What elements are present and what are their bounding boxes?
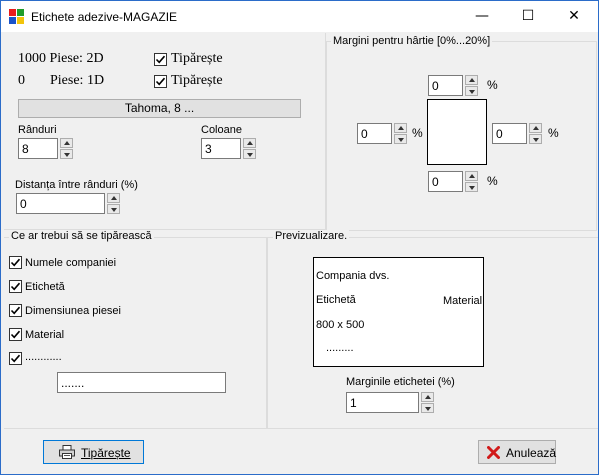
extra-label: ............ [25, 351, 62, 363]
title-bar: Etichete adezive-MAGAZIE — ☐ ✕ [1, 1, 598, 32]
preview-dots: ......... [326, 342, 354, 354]
margins-title: Margini pentru hârtie [0%...20%] [331, 35, 493, 47]
rows-down-arrow-icon[interactable] [60, 149, 73, 159]
columns-down-arrow-icon[interactable] [243, 149, 256, 159]
row-spacing-label: Distanța între rânduri (%) [15, 179, 138, 191]
printer-icon [59, 445, 75, 459]
print-content-title: Ce ar trebui să se tipărească [9, 230, 154, 242]
label-margin-label: Marginile etichetei (%) [346, 376, 455, 388]
margin-bottom-spinner[interactable]: 0 [428, 171, 478, 192]
piece-size-label: Dimensiunea piesei [25, 305, 121, 317]
minimize-button[interactable]: — [459, 1, 505, 32]
margin-right-unit: % [548, 126, 559, 140]
cancel-x-icon [487, 446, 500, 459]
columns-label: Coloane [201, 124, 242, 136]
label-margin-down-arrow-icon[interactable] [421, 403, 434, 413]
rows-up-arrow-icon[interactable] [60, 138, 73, 148]
checkmark-icon [10, 306, 21, 315]
row-spacing-input[interactable]: 0 [16, 193, 105, 214]
margin-left-up-arrow-icon[interactable] [394, 123, 407, 133]
company-name-checkbox[interactable] [9, 256, 22, 269]
pieces-1d-count: 0 [18, 73, 25, 88]
columns-spinner[interactable]: 3 [201, 138, 256, 159]
cancel-button[interactable]: Anulează [478, 440, 556, 464]
margin-top-unit: % [487, 78, 498, 92]
preview-size: 800 x 500 [316, 319, 365, 331]
extra-checkbox[interactable] [9, 352, 22, 365]
preview-material: Material [443, 295, 483, 307]
checkmark-icon [10, 282, 21, 291]
margin-left-down-arrow-icon[interactable] [394, 134, 407, 144]
margin-top-up-arrow-icon[interactable] [465, 75, 478, 85]
label-margin-spinner[interactable]: 1 [346, 392, 434, 413]
label-label: Etichetă [25, 281, 65, 293]
pieces-2d-text: 1000 Piese: 2D [18, 51, 104, 66]
row-spacing-spinner[interactable]: 0 [16, 193, 121, 214]
paper-preview [427, 99, 487, 165]
window-title: Etichete adezive-MAGAZIE [31, 10, 178, 24]
extra-text-input[interactable]: ....... [57, 372, 226, 393]
label-margin-input[interactable]: 1 [346, 392, 419, 413]
company-name-label: Numele companiei [25, 257, 117, 269]
margin-right-spinner[interactable]: 0 [492, 123, 542, 144]
print-2d-label: Tipărește [171, 51, 223, 66]
margin-right-input[interactable]: 0 [492, 123, 527, 144]
margin-left-spinner[interactable]: 0 [357, 123, 407, 144]
maximize-icon: ☐ [521, 8, 535, 24]
row-spacing-down-arrow-icon[interactable] [107, 204, 120, 214]
preview-label: Etichetă [316, 294, 356, 306]
label-checkbox[interactable] [9, 280, 22, 293]
margin-top-spinner[interactable]: 0 [428, 75, 478, 96]
checkmark-icon [155, 77, 166, 86]
material-checkbox[interactable] [9, 328, 22, 341]
checkmark-icon [10, 354, 21, 363]
minimize-icon: — [475, 8, 489, 24]
cancel-button-label: Anulează [506, 446, 557, 460]
margin-bottom-unit: % [487, 174, 498, 188]
preview-title: Previzualizare. [273, 230, 350, 242]
label-margin-up-arrow-icon[interactable] [421, 392, 434, 402]
close-button[interactable]: ✕ [551, 1, 597, 32]
preview-company: Compania dvs. [316, 270, 390, 282]
app-icon [9, 9, 25, 25]
row-spacing-up-arrow-icon[interactable] [107, 193, 120, 203]
margin-top-input[interactable]: 0 [428, 75, 463, 96]
margin-left-unit: % [412, 126, 423, 140]
margin-right-up-arrow-icon[interactable] [529, 123, 542, 133]
margin-bottom-input[interactable]: 0 [428, 171, 463, 192]
margin-right-down-arrow-icon[interactable] [529, 134, 542, 144]
rows-label: Rânduri [18, 124, 57, 136]
label-preview: Compania dvs. Etichetă Material 800 x 50… [313, 257, 484, 367]
rows-input[interactable]: 8 [18, 138, 58, 159]
piece-size-checkbox[interactable] [9, 304, 22, 317]
close-icon: ✕ [568, 8, 580, 24]
print-2d-checkbox[interactable] [154, 53, 167, 66]
checkmark-icon [155, 55, 166, 64]
maximize-button[interactable]: ☐ [505, 1, 551, 32]
print-1d-checkbox[interactable] [154, 75, 167, 88]
margin-top-down-arrow-icon[interactable] [465, 86, 478, 96]
checkmark-icon [10, 258, 21, 267]
margin-bottom-up-arrow-icon[interactable] [465, 171, 478, 181]
margin-left-input[interactable]: 0 [357, 123, 392, 144]
font-button[interactable]: Tahoma, 8 ... [18, 99, 301, 118]
rows-spinner[interactable]: 8 [18, 138, 73, 159]
columns-up-arrow-icon[interactable] [243, 138, 256, 148]
margin-bottom-down-arrow-icon[interactable] [465, 182, 478, 192]
pieces-1d-text: Piese: 1D [50, 73, 105, 88]
material-label: Material [25, 329, 65, 341]
columns-input[interactable]: 3 [201, 138, 241, 159]
print-button[interactable]: Tipărește [43, 440, 144, 464]
print-button-label: Tipărește [81, 446, 131, 460]
print-1d-label: Tipărește [171, 73, 223, 88]
checkmark-icon [10, 330, 21, 339]
dialog-window: Etichete adezive-MAGAZIE — ☐ ✕ 1000 Pies… [0, 0, 599, 475]
